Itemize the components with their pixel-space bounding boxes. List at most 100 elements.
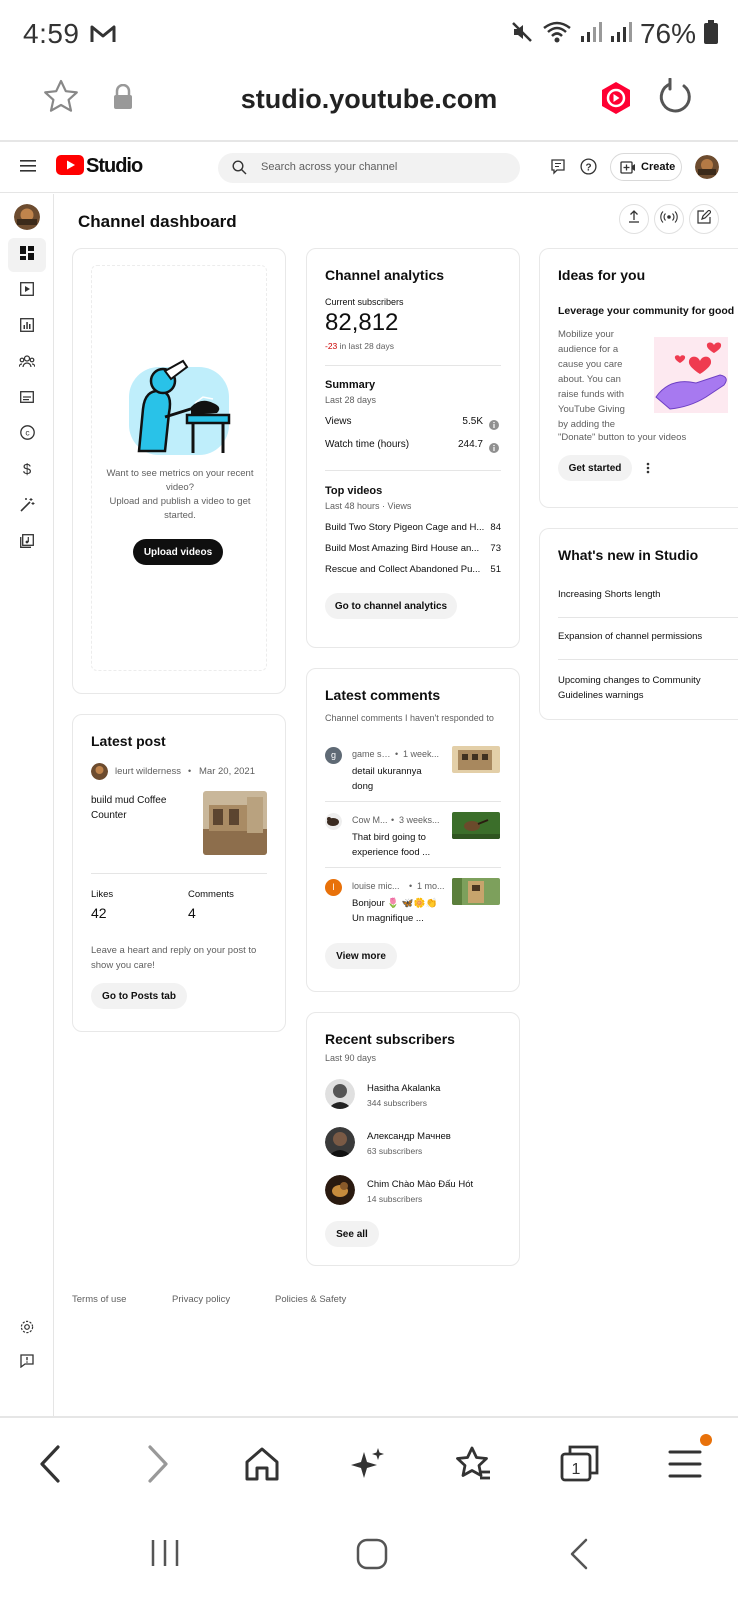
recent-apps-icon[interactable]	[150, 1538, 180, 1573]
giving-hand-heart-illustration	[650, 333, 732, 422]
youtube-logo-icon[interactable]	[56, 155, 84, 180]
help-icon[interactable]: ?	[580, 158, 597, 180]
upload-videos-button[interactable]: Upload videos	[133, 539, 223, 565]
browser-menu-icon[interactable]	[668, 1448, 702, 1485]
nav-analytics[interactable]	[8, 310, 46, 344]
post-author[interactable]: leurt wilderness	[115, 766, 181, 777]
search-placeholder: Search across your channel	[261, 161, 398, 173]
left-nav-rail: c $	[0, 194, 54, 1416]
go-to-analytics-button[interactable]: Go to channel analytics	[325, 593, 457, 619]
status-bar: 4:59 76%	[0, 0, 738, 64]
watch-time-value: 244.7	[457, 439, 483, 450]
upload-illustration	[125, 359, 235, 464]
top-video-title[interactable]: Build Two Story Pigeon Cage and H...	[325, 522, 485, 533]
feedback-messages-icon[interactable]	[551, 159, 565, 180]
nav-customization[interactable]	[8, 490, 46, 524]
sparkle-ai-icon[interactable]	[350, 1446, 386, 1487]
comment-author: louise mic...	[352, 881, 400, 891]
whats-new-item[interactable]: Expansion of channel permissions	[558, 631, 702, 642]
whats-new-item[interactable]: Upcoming changes to Community Guidelines…	[558, 673, 738, 703]
subscribers-change-suffix: in last 28 days	[337, 341, 394, 351]
analytics-divider-1	[325, 365, 501, 366]
info-icon[interactable]	[489, 417, 499, 435]
comment-item[interactable]: l louise mic... • 1 mo... Bonjour 🌷 🦋🌼👏 …	[325, 878, 505, 939]
subscriber-avatar	[325, 1127, 355, 1157]
upload-empty-text-2: Upload and publish a video to get starte…	[109, 496, 251, 521]
search-input[interactable]: Search across your channel	[218, 153, 520, 183]
nav-content[interactable]	[8, 274, 46, 308]
bookmarks-star-icon[interactable]	[454, 1446, 492, 1487]
subscriber-item[interactable]: Chim Chào Mào Đấu Hót 14 subscribers	[325, 1175, 505, 1207]
comment-text-line2: Un magnifique ...	[352, 913, 424, 924]
comment-meta-dot: •	[395, 749, 399, 759]
subscriber-item[interactable]: Hasitha Akalanka 344 subscribers	[325, 1079, 505, 1111]
subscriber-count: 63 subscribers	[367, 1146, 423, 1156]
comment-text-line2: experience food ...	[352, 847, 431, 858]
reload-icon[interactable]	[656, 77, 694, 121]
nav-settings[interactable]	[8, 1312, 46, 1346]
subtitles-icon	[20, 390, 34, 408]
top-video-title[interactable]: Rescue and Collect Abandoned Pu...	[325, 564, 485, 575]
wifi-icon	[542, 20, 572, 49]
menu-icon[interactable]	[20, 159, 36, 178]
ideas-body-line: raise funds with	[558, 389, 625, 400]
create-label: Create	[641, 161, 676, 173]
create-button[interactable]: Create	[610, 153, 682, 181]
subscribers-change: -23 in last 28 days	[325, 341, 394, 351]
system-back-icon[interactable]	[568, 1538, 590, 1575]
studio-logo-text[interactable]: Studio	[86, 155, 143, 178]
nav-dashboard[interactable]	[8, 238, 46, 272]
go-live-button[interactable]	[654, 204, 684, 234]
youtube-studio-app-icon[interactable]	[600, 81, 632, 120]
back-arrow-icon[interactable]	[36, 1444, 64, 1489]
footer-link-terms[interactable]: Terms of use	[72, 1294, 126, 1305]
subscriber-item[interactable]: Александр Мачнев 63 subscribers	[325, 1127, 505, 1159]
ideas-body-last: "Donate" button to your videos	[558, 432, 687, 443]
create-post-button[interactable]	[689, 204, 719, 234]
subscriber-count: 344 subscribers	[367, 1098, 428, 1108]
go-to-posts-button[interactable]: Go to Posts tab	[91, 983, 187, 1009]
nav-copyright[interactable]: c	[8, 418, 46, 452]
subscribers-label: Current subscribers	[325, 297, 404, 307]
latest-comments-card: Latest comments Channel comments I haven…	[306, 668, 520, 992]
see-all-subscribers-button[interactable]: See all	[325, 1221, 379, 1247]
channel-avatar[interactable]	[14, 204, 40, 230]
footer-link-privacy[interactable]: Privacy policy	[172, 1294, 230, 1305]
post-thumbnail[interactable]	[203, 791, 267, 855]
tabs-icon[interactable]: 1	[560, 1444, 600, 1487]
ideas-body-line: cause you care	[558, 359, 623, 370]
home-icon[interactable]	[244, 1446, 280, 1487]
upload-button[interactable]	[619, 204, 649, 234]
post-author-avatar	[91, 763, 108, 780]
whats-new-item[interactable]: Increasing Shorts length	[558, 589, 660, 600]
subscriber-name: Hasitha Akalanka	[367, 1083, 441, 1094]
comment-divider	[325, 801, 501, 802]
ideas-body-line: YouTube Giving	[558, 404, 625, 415]
more-vert-icon[interactable]	[646, 461, 650, 479]
nav-earn[interactable]: $	[8, 454, 46, 488]
comment-item[interactable]: g game sa... • 1 week... detail ukuranny…	[325, 746, 505, 807]
ideas-body-line: by adding the	[558, 419, 616, 430]
info-icon[interactable]	[489, 440, 499, 458]
footer-link-policies[interactable]: Policies & Safety	[275, 1294, 346, 1305]
comment-text-line1: detail ukurannya	[352, 766, 422, 777]
recent-subscribers-card: Recent subscribers Last 90 days Hasitha …	[306, 1012, 520, 1266]
account-avatar[interactable]	[695, 155, 719, 179]
comment-video-thumbnail	[452, 746, 500, 773]
ideas-card: Ideas for you Leverage your community fo…	[539, 248, 738, 508]
nav-subtitles[interactable]	[8, 382, 46, 416]
forward-arrow-icon[interactable]	[144, 1444, 172, 1489]
view-more-comments-button[interactable]: View more	[325, 943, 397, 969]
system-home-icon[interactable]	[356, 1538, 388, 1575]
whats-new-title: What's new in Studio	[558, 547, 699, 563]
nav-send-feedback[interactable]	[8, 1346, 46, 1380]
subscribers-change-value: -23	[325, 341, 338, 351]
nav-community[interactable]	[8, 346, 46, 380]
subscriber-name: Chim Chào Mào Đấu Hót	[367, 1179, 474, 1190]
system-navigation-bar	[0, 1516, 738, 1600]
status-time: 4:59	[23, 18, 80, 49]
get-started-button[interactable]: Get started	[558, 455, 632, 481]
comment-item[interactable]: Cow M... • 3 weeks... That bird going to…	[325, 812, 505, 873]
top-video-title[interactable]: Build Most Amazing Bird House an...	[325, 543, 485, 554]
nav-audio-library[interactable]	[8, 526, 46, 560]
